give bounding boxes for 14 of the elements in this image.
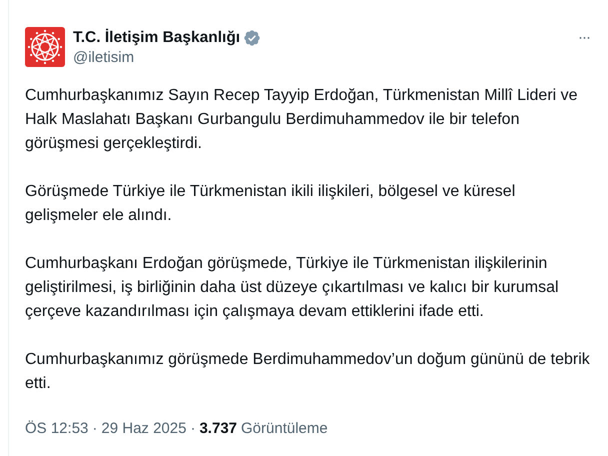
tweet-paragraph: Cumhurbaşkanımız Sayın Recep Tayyip Erdoğan, Türkmenistan Millî Lideri ve Halk Maslahatı Başkanı Gurbangulu Berdimuhammedov ile bir telefon görüşmesi gerçekleştirdi. bbox=[25, 86, 579, 154]
author-handle[interactable]: @iletisim bbox=[73, 48, 576, 68]
author-name[interactable]: T.C. İletişim Başkanlığı bbox=[73, 28, 240, 48]
view-count: 3.737 bbox=[199, 420, 238, 437]
tweet-paragraph: Görüşmede Türkiye ile Türkmenistan ikili ilişkileri, bölgesel ve küresel gelişmeler ele alındı. bbox=[25, 182, 516, 226]
tweet-paragraph: Cumhurbaşkanı Erdoğan görüşmede, Türkiye ile Türkmenistan ilişkilerinin geliştirilmesi, iş birliğinin daha üst düzeye çıkartılması ve kalıcı bir kurumsal çerçeve kazandırılması için çalışmaya devam ettiklerini ifade etti. bbox=[25, 254, 560, 322]
post-time[interactable]: ÖS 12:53 bbox=[25, 420, 88, 437]
separator-dot: · bbox=[190, 420, 196, 437]
logo-icon[interactable] bbox=[25, 27, 65, 67]
separator-dot: · bbox=[92, 420, 98, 437]
tweet-paragraph: Cumhurbaşkanımız görüşmede Berdimuhammedov’un doğum gününü de tebrik etti. bbox=[25, 350, 590, 394]
more-button[interactable]: ··· bbox=[576, 29, 592, 46]
post-date[interactable]: 29 Haz 2025 bbox=[101, 420, 186, 437]
views-label: Görüntüleme bbox=[241, 420, 328, 437]
